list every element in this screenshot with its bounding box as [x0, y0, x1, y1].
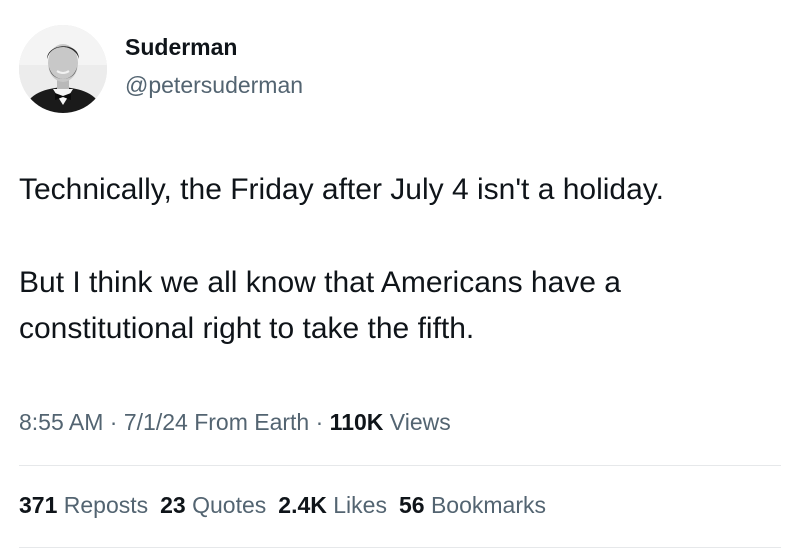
tweet-date[interactable]: 7/1/24 — [124, 409, 188, 435]
tweet-meta: 8:55 AM · 7/1/24 From Earth · 110K Views — [19, 407, 451, 437]
profile-photo-icon — [19, 25, 107, 113]
tweet-time[interactable]: 8:55 AM — [19, 409, 103, 435]
reposts-label: Reposts — [63, 492, 149, 518]
likes-stat[interactable]: 2.4K Likes — [278, 490, 387, 520]
quotes-stat[interactable]: 23 Quotes — [160, 490, 266, 520]
tweet-text-line: constitutional right to take the fifth. — [19, 312, 475, 345]
display-name[interactable]: Suderman — [125, 33, 237, 61]
separator-dot: · — [315, 409, 324, 435]
likes-count: 2.4K — [278, 492, 327, 518]
separator-dot: · — [109, 409, 118, 435]
divider — [19, 547, 781, 548]
tweet-text-line: But I think we all know that Americans h… — [19, 266, 621, 299]
views-label: Views — [389, 409, 451, 435]
bookmarks-count: 56 — [398, 492, 425, 518]
divider — [19, 465, 781, 466]
quotes-count: 23 — [160, 492, 186, 518]
tweet-text-line: Technically, the Friday after July 4 isn… — [19, 173, 664, 206]
engagement-stats: 371 Reposts 23 Quotes 2.4K Likes 56 Bookmar… — [19, 490, 558, 520]
likes-label: Likes — [333, 492, 387, 518]
reposts-stat[interactable]: 371 Reposts — [19, 490, 148, 520]
views-count[interactable]: 110K — [330, 409, 384, 435]
user-handle[interactable]: @petersuderman — [125, 71, 303, 99]
avatar[interactable] — [19, 25, 107, 113]
tweet-source: From Earth — [194, 409, 310, 435]
quotes-label: Quotes — [192, 492, 267, 518]
bookmarks-stat[interactable]: 56 Bookmarks — [399, 490, 546, 520]
bookmarks-label: Bookmarks — [430, 492, 546, 518]
reposts-count: 371 — [19, 492, 58, 518]
